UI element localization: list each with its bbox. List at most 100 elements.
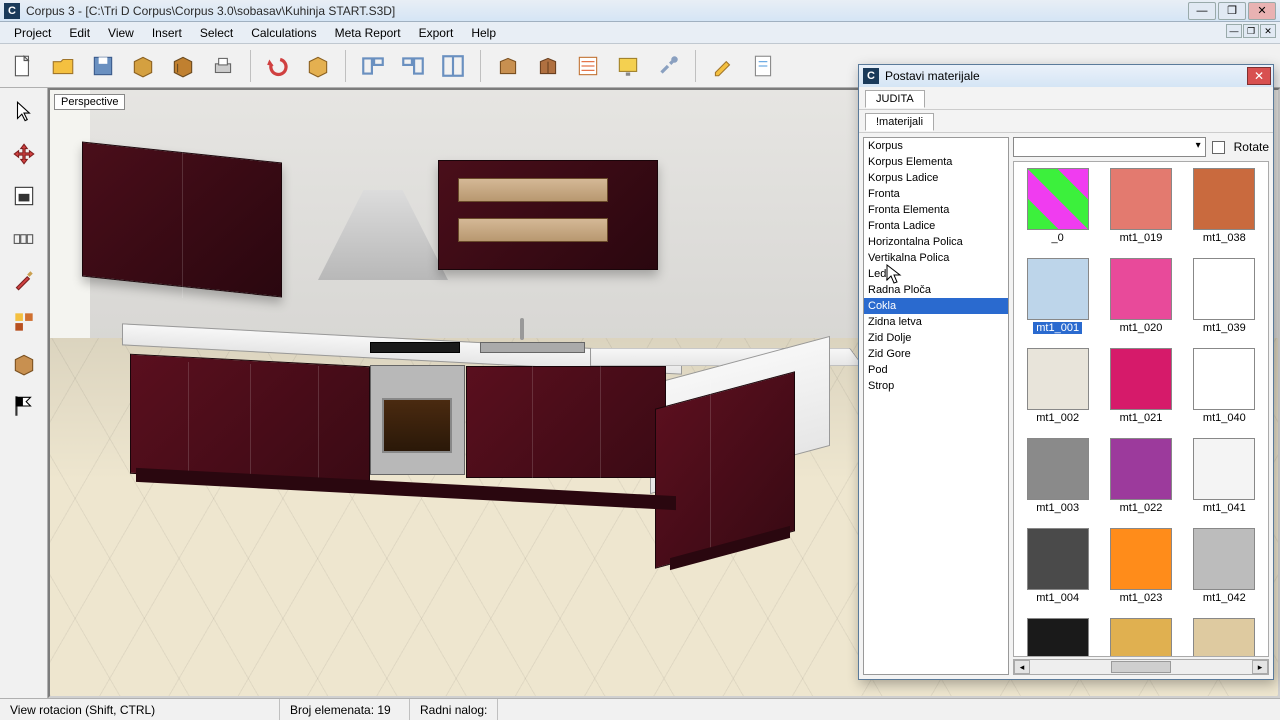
- toolbar-layout1-button[interactable]: [356, 49, 390, 83]
- toolbar-box1-button[interactable]: [126, 49, 160, 83]
- menu-meta-report[interactable]: Meta Report: [327, 24, 409, 42]
- move-tool-button[interactable]: [6, 136, 42, 172]
- part-item[interactable]: Pod: [864, 362, 1008, 378]
- minimize-button[interactable]: —: [1188, 2, 1216, 20]
- dialog-app-icon: C: [863, 68, 879, 84]
- swatch-label: mt1_001: [1033, 322, 1082, 334]
- menu-insert[interactable]: Insert: [144, 24, 190, 42]
- swatch-scrollbar[interactable]: ◂ ▸: [1013, 659, 1269, 675]
- part-item[interactable]: Fronta Elementa: [864, 202, 1008, 218]
- swatch-item[interactable]: mt1_005: [1020, 618, 1095, 657]
- toolbar-monitor-button[interactable]: [611, 49, 645, 83]
- part-item[interactable]: Zid Dolje: [864, 330, 1008, 346]
- mdi-restore-button[interactable]: ❐: [1243, 24, 1259, 38]
- swatch-item[interactable]: mt1_043: [1187, 618, 1262, 657]
- mdi-close-button[interactable]: ✕: [1260, 24, 1276, 38]
- part-item[interactable]: Zidna letva: [864, 314, 1008, 330]
- swatch-item[interactable]: mt1_022: [1103, 438, 1178, 514]
- scroll-right-button[interactable]: ▸: [1252, 660, 1268, 674]
- swatch-item[interactable]: mt1_042: [1187, 528, 1262, 604]
- window-title: Corpus 3 - [C:\Tri D Corpus\Corpus 3.0\s…: [26, 4, 1188, 18]
- toolbar-layout3-button[interactable]: [436, 49, 470, 83]
- dialog-title-bar[interactable]: C Postavi materijale ✕: [859, 65, 1273, 87]
- dimension-tool-button[interactable]: [6, 220, 42, 256]
- part-item[interactable]: Korpus Elementa: [864, 154, 1008, 170]
- materials-tab[interactable]: !materijali: [865, 113, 934, 131]
- brush-tool-button[interactable]: [6, 262, 42, 298]
- swatch-label: _0: [1049, 232, 1067, 244]
- swatch-label: mt1_041: [1200, 502, 1249, 514]
- swatch-item[interactable]: mt1_038: [1187, 168, 1262, 244]
- scroll-thumb[interactable]: [1111, 661, 1172, 673]
- material-group-dropdown[interactable]: [1013, 137, 1206, 157]
- swatch-item[interactable]: mt1_002: [1020, 348, 1095, 424]
- mdi-minimize-button[interactable]: —: [1226, 24, 1242, 38]
- swatch-item[interactable]: mt1_023: [1103, 528, 1178, 604]
- swatch-item[interactable]: mt1_041: [1187, 438, 1262, 514]
- menu-export[interactable]: Export: [411, 24, 462, 42]
- swatch-item[interactable]: mt1_004: [1020, 528, 1095, 604]
- close-button[interactable]: ✕: [1248, 2, 1276, 20]
- materials-dialog[interactable]: C Postavi materijale ✕ JUDITA !materijal…: [858, 64, 1274, 680]
- menu-edit[interactable]: Edit: [61, 24, 98, 42]
- toolbar-layout2-button[interactable]: [396, 49, 430, 83]
- status-bar: View rotacion (Shift, CTRL) Broj elemena…: [0, 698, 1280, 720]
- toolbar-report-button[interactable]: [746, 49, 780, 83]
- menu-help[interactable]: Help: [463, 24, 504, 42]
- swatch-grid[interactable]: _0 mt1_019mt1_038 mt1_001 mt1_020mt1_039 mt1…: [1013, 161, 1269, 657]
- flag-tool-button[interactable]: [6, 388, 42, 424]
- oven-icon-button[interactable]: [6, 178, 42, 214]
- swatch-item[interactable]: mt1_001: [1020, 258, 1095, 334]
- part-item[interactable]: Korpus: [864, 138, 1008, 154]
- menu-view[interactable]: View: [100, 24, 142, 42]
- toolbar-list-button[interactable]: [571, 49, 605, 83]
- app-icon: C: [4, 3, 20, 19]
- part-item[interactable]: Zid Gore: [864, 346, 1008, 362]
- swatch-item[interactable]: mt1_039: [1187, 258, 1262, 334]
- menu-calculations[interactable]: Calculations: [243, 24, 324, 42]
- swatch-item[interactable]: mt1_021: [1103, 348, 1178, 424]
- parts-list[interactable]: KorpusKorpus ElementaKorpus LadiceFronta…: [863, 137, 1009, 675]
- part-item[interactable]: Cokla: [864, 298, 1008, 314]
- swatch-item[interactable]: mt1_040: [1187, 348, 1262, 424]
- toolbar-cabinet2-button[interactable]: [531, 49, 565, 83]
- toolbar-print-button[interactable]: [206, 49, 240, 83]
- toolbar-edit-button[interactable]: [706, 49, 740, 83]
- sheet-tab[interactable]: JUDITA: [865, 90, 925, 108]
- menu-project[interactable]: Project: [6, 24, 59, 42]
- toolbar-new-button[interactable]: [6, 49, 40, 83]
- part-item[interactable]: Fronta: [864, 186, 1008, 202]
- swatch-item[interactable]: mt1_019: [1103, 168, 1178, 244]
- part-item[interactable]: Horizontalna Polica: [864, 234, 1008, 250]
- toolbar-cabinet1-button[interactable]: [491, 49, 525, 83]
- swatch-item[interactable]: _0: [1020, 168, 1095, 244]
- part-item[interactable]: Strop: [864, 378, 1008, 394]
- part-item[interactable]: Fronta Ladice: [864, 218, 1008, 234]
- swatch-item[interactable]: mt1_020: [1103, 258, 1178, 334]
- menu-select[interactable]: Select: [192, 24, 241, 42]
- swatch-label: mt1_022: [1117, 502, 1166, 514]
- swatch-label: mt1_002: [1033, 412, 1082, 424]
- swatch-item[interactable]: mt1_003: [1020, 438, 1095, 514]
- toolbar-save-button[interactable]: [86, 49, 120, 83]
- toolbar-undo-button[interactable]: [261, 49, 295, 83]
- toolbar-open-button[interactable]: [46, 49, 80, 83]
- toolbar-tools-button[interactable]: [651, 49, 685, 83]
- part-item[interactable]: Radna Ploča: [864, 282, 1008, 298]
- part-item[interactable]: Ledja: [864, 266, 1008, 282]
- package-tool-button[interactable]: [6, 346, 42, 382]
- scroll-left-button[interactable]: ◂: [1014, 660, 1030, 674]
- swatch-item[interactable]: mt1_024: [1103, 618, 1178, 657]
- dialog-title: Postavi materijale: [885, 69, 980, 83]
- part-item[interactable]: Korpus Ladice: [864, 170, 1008, 186]
- pointer-tool-button[interactable]: [6, 94, 42, 130]
- maximize-button[interactable]: ❐: [1218, 2, 1246, 20]
- part-item[interactable]: Vertikalna Polica: [864, 250, 1008, 266]
- swatch-label: mt1_021: [1117, 412, 1166, 424]
- rotate-checkbox[interactable]: [1212, 141, 1225, 154]
- material-tool-button[interactable]: [6, 304, 42, 340]
- toolbar-box3-button[interactable]: [301, 49, 335, 83]
- toolbar-box2-button[interactable]: [166, 49, 200, 83]
- status-left: View rotacion (Shift, CTRL): [0, 699, 280, 720]
- dialog-close-button[interactable]: ✕: [1247, 67, 1271, 85]
